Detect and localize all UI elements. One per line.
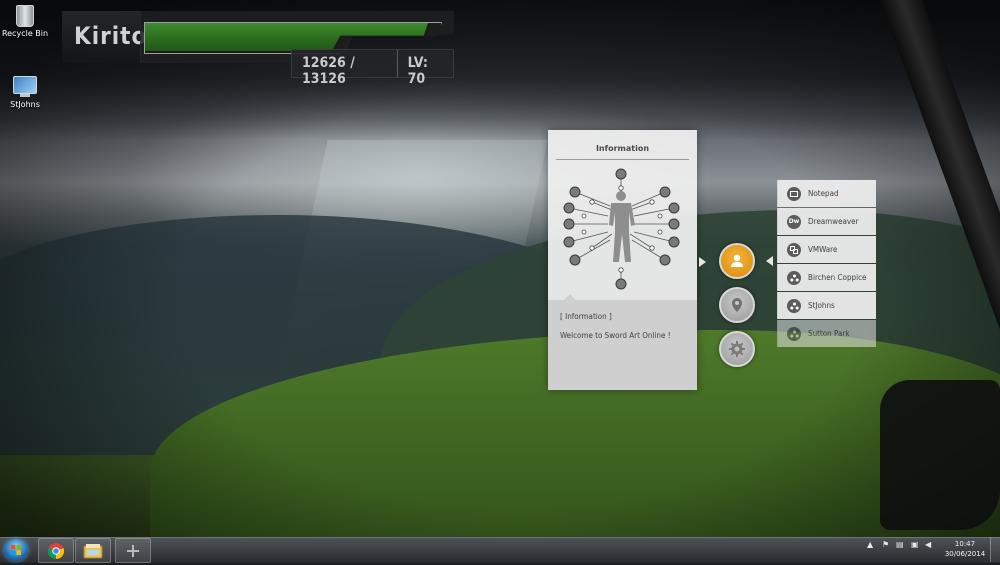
stjohns-shortcut[interactable]: StJohns <box>0 76 50 109</box>
network-icon <box>787 326 801 341</box>
app-item-label: VMWare <box>808 245 838 254</box>
computer-icon <box>13 76 37 97</box>
gear-icon <box>729 341 745 357</box>
network-icon <box>787 298 801 313</box>
clock-date: 30/06/2014 <box>944 550 986 558</box>
welcome-message: Welcome to Sword Art Online ! <box>560 331 671 340</box>
panel-pointer-arrow <box>699 257 706 267</box>
information-panel: Information [Information] Welcome to S… <box>548 130 697 390</box>
hp-max: 13126 <box>302 71 346 87</box>
app-item-vmware[interactable]: VMWare <box>777 236 876 263</box>
taskbar-clock[interactable]: 10:47 30/06/2014 <box>944 539 986 559</box>
app-item-label: Dreamweaver <box>808 217 859 226</box>
information-message-area: [ Information ] Welcome to Sword Art Onl… <box>548 294 697 390</box>
hp-current: 12626 <box>302 55 346 71</box>
player-name-box: Kirito <box>62 11 146 63</box>
app-item-label: Notepad <box>808 189 839 198</box>
show-desktop-button[interactable] <box>990 537 1000 562</box>
hp-bar-fill <box>145 23 428 51</box>
app-list: Notepad Dw Dreamweaver VMWare Birchen Co… <box>777 180 876 348</box>
hp-readout: 12626 / 13126 <box>292 50 397 87</box>
dreamweaver-icon: Dw <box>787 214 801 229</box>
app-item-label: StJohns <box>808 301 835 310</box>
start-button[interactable] <box>4 539 28 561</box>
information-title: Information <box>556 144 689 160</box>
player-hud: Kirito 12626 / 13126 LV: 70 <box>62 8 454 87</box>
recycle-bin-label: Recycle Bin <box>1 29 49 38</box>
stjohns-label: StJohns <box>10 100 40 109</box>
settings-menu-button[interactable] <box>719 331 755 367</box>
notepad-icon <box>787 186 801 201</box>
tray-flag-icon[interactable]: ⚑ <box>882 540 889 549</box>
app-item-birchen-coppice[interactable]: Birchen Coppice <box>777 264 876 291</box>
app-item-stjohns[interactable]: StJohns <box>777 292 876 319</box>
recycle-bin-icon <box>16 5 34 27</box>
chrome-icon <box>47 542 65 559</box>
app-item-dreamweaver[interactable]: Dw Dreamweaver <box>777 208 876 235</box>
vmware-icon <box>787 242 801 257</box>
level-readout: LV: 70 <box>396 50 453 87</box>
app-item-sutton-park[interactable]: Sutton Park <box>777 320 876 347</box>
sword-hilt <box>880 380 1000 530</box>
app-item-notepad[interactable]: Notepad <box>777 180 876 207</box>
clock-time: 10:47 <box>954 540 976 548</box>
tray-device-icon[interactable]: ▤ <box>896 540 904 549</box>
list-pointer-arrow <box>766 256 773 266</box>
profile-menu-button[interactable] <box>719 243 755 279</box>
taskbar-chrome-button[interactable] <box>38 538 74 563</box>
hp-stats: 12626 / 13126 LV: 70 <box>291 49 454 87</box>
equipment-figure <box>563 168 680 290</box>
file-explorer-icon <box>83 543 103 558</box>
speech-notch <box>564 294 576 300</box>
windows-logo-icon <box>11 545 21 555</box>
information-heading: [ Information ] <box>560 312 612 321</box>
app-item-label: Birchen Coppice <box>808 273 867 282</box>
location-menu-button[interactable] <box>719 287 755 323</box>
recycle-bin-shortcut[interactable]: Recycle Bin <box>0 5 50 38</box>
taskbar-new-button[interactable] <box>115 538 151 563</box>
add-icon <box>127 544 139 557</box>
person-icon <box>731 254 743 267</box>
tray-overflow-arrow-icon[interactable]: ▲ <box>867 540 873 549</box>
hp-separator: / <box>350 55 355 71</box>
network-icon <box>787 270 801 285</box>
player-name: Kirito <box>74 22 148 50</box>
tray-network-icon[interactable]: ▣ <box>911 540 919 549</box>
location-pin-icon <box>732 298 742 312</box>
taskbar-explorer-button[interactable] <box>75 538 111 563</box>
app-item-label: Sutton Park <box>808 329 850 338</box>
tray-volume-icon[interactable]: ◀ <box>925 540 931 549</box>
